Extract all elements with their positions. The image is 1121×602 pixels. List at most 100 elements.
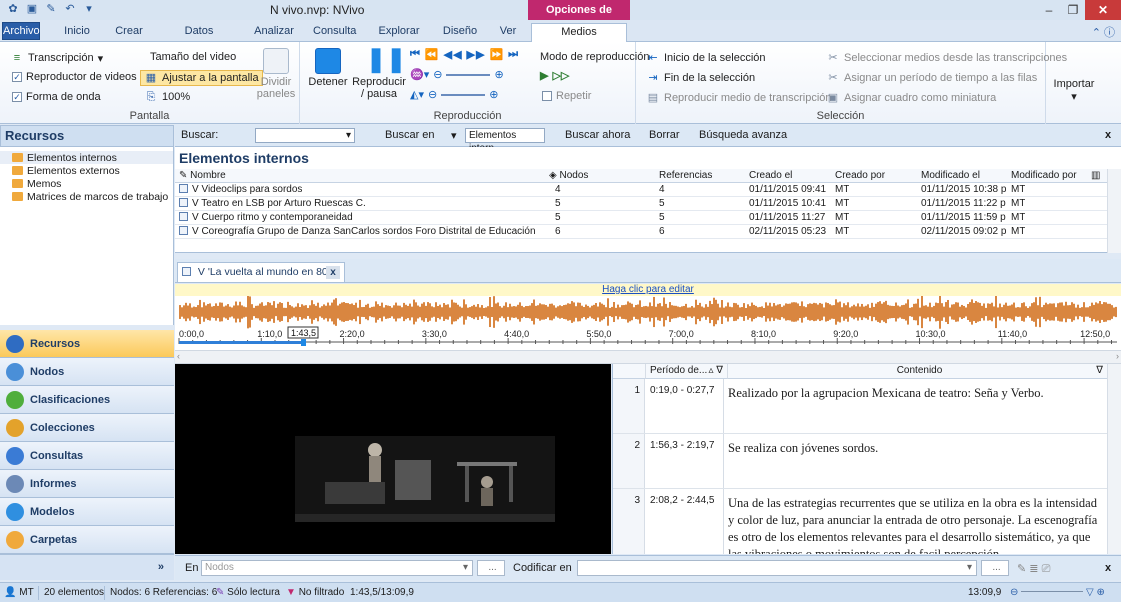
seleccionar-medios-button[interactable]: ✂ Seleccionar medios desde las transcrip… — [826, 51, 1067, 65]
dropdown-arrow-icon[interactable]: ▾ — [346, 129, 351, 142]
close-find-bar-icon[interactable]: x — [1105, 129, 1111, 141]
row-periodo[interactable]: 2:08,2 - 2:44,5 — [646, 489, 724, 554]
transcript-row[interactable]: 1 0:19,0 - 0:27,7 Realizado por la agrup… — [613, 379, 1108, 434]
transcript-scrollbar[interactable] — [1107, 364, 1121, 554]
customize-icon[interactable]: ▾ — [82, 2, 96, 16]
zoom-thumb-icon[interactable]: ▽ — [1086, 587, 1094, 598]
tab-consulta[interactable]: Consulta — [313, 23, 356, 41]
tab-medios[interactable]: Medios — [531, 23, 627, 43]
uncode-icon[interactable]: ⎚ — [1042, 563, 1051, 575]
close-icon[interactable]: ✕ — [1085, 0, 1121, 20]
dropdown-arrow-icon[interactable]: ▾ — [451, 129, 457, 142]
close-coding-bar-icon[interactable]: x — [1105, 562, 1111, 574]
playback-mode-buttons[interactable]: ▶ ▷▷ — [540, 69, 569, 82]
col-creado-por[interactable]: Creado por — [835, 169, 885, 182]
reproducir-medio-button[interactable]: ▤ Reproducir medio de transcripción — [646, 91, 832, 105]
waveform-timeline[interactable]: 0:00,0 1:10,0 2:20,0 3:30,0 4:40,0 5:50,0 7:00… — [175, 295, 1121, 350]
browse-button[interactable]: ... — [981, 560, 1009, 576]
tab-inicio[interactable]: Inicio — [60, 23, 94, 41]
repetir-checkbox[interactable]: Repetir — [542, 90, 591, 102]
dropdown-arrow-icon[interactable]: ▾ — [967, 561, 972, 575]
tree-item-matrices[interactable]: Matrices de marcos de trabajo — [0, 190, 173, 203]
inicio-seleccion-button[interactable]: ⇤ Inicio de la selección — [646, 51, 765, 65]
tab-ver[interactable]: Ver — [496, 23, 520, 41]
asignar-periodo-button[interactable]: ✂ Asignar un período de tiempo a las fil… — [826, 71, 1037, 85]
skip-back-icon[interactable]: ⏮ — [410, 48, 421, 61]
nav-expand-icon[interactable]: » — [0, 554, 174, 580]
nav-section-colecciones[interactable]: Colecciones — [0, 414, 174, 442]
forma-onda-checkbox[interactable]: ✓ Forma de onda — [12, 91, 101, 103]
tab-diseno[interactable]: Diseño — [440, 23, 480, 41]
transcript-row[interactable]: 3 2:08,2 - 2:44,5 Una de las estrategias… — [613, 489, 1108, 554]
timeline-scrollbar[interactable]: ‹ › — [175, 350, 1121, 364]
sort-filter-icon[interactable]: ▵ ∇ — [709, 364, 724, 378]
dropdown-arrow-icon[interactable]: ▾ — [463, 561, 468, 575]
buscar-ahora-button[interactable]: Buscar ahora — [565, 129, 630, 141]
zoom-slider[interactable]: ⊖ ▽ ⊕ — [1010, 587, 1105, 598]
scroll-right-icon[interactable]: › — [1116, 351, 1119, 361]
play-mode-alt-icon[interactable]: ▷▷ — [552, 69, 569, 82]
plus-icon[interactable]: ⊕ — [489, 88, 498, 101]
importar-button[interactable]: Importar ▾ — [1050, 78, 1098, 103]
tab-explorar[interactable]: Explorar — [376, 23, 422, 41]
dividir-paneles-button[interactable]: Dividir paneles — [256, 48, 296, 100]
waveform-svg[interactable]: 0:00,0 1:10,0 2:20,0 3:30,0 4:40,0 5:50,0 7:00… — [175, 295, 1121, 350]
tree-item-elementos-internos[interactable]: Elementos internos — [0, 151, 173, 164]
click-to-edit-link[interactable]: Haga clic para editar — [175, 284, 1121, 296]
col-modificado-el[interactable]: Modificado el — [921, 169, 980, 182]
transport-buttons[interactable]: ⏮ ⏪ ◀◀ ▶▶ ⏩ ⏭ — [410, 48, 519, 61]
nav-section-clasificaciones[interactable]: Clasificaciones — [0, 386, 174, 414]
undo-icon[interactable]: ↶ — [63, 2, 77, 16]
col-referencias[interactable]: Referencias — [659, 169, 712, 182]
video-player[interactable] — [175, 364, 611, 554]
nav-section-informes[interactable]: Informes — [0, 470, 174, 498]
volume-track[interactable] — [441, 93, 486, 96]
ajustar-pantalla-button[interactable]: ▦ Ajustar a la pantalla — [140, 70, 263, 86]
nav-section-recursos[interactable]: Recursos — [0, 330, 174, 358]
zoom-out-icon[interactable]: ⊖ — [1010, 587, 1018, 598]
list-row[interactable]: V Cuerpo ritmo y contemporaneidad 5 5 01… — [175, 211, 1117, 225]
detener-button[interactable]: Detener — [306, 48, 350, 88]
plus-icon[interactable]: ⊕ — [494, 68, 503, 81]
col-nodos[interactable]: ◈ Nodos — [549, 169, 588, 182]
zoom-track[interactable] — [1021, 591, 1084, 592]
asignar-cuadro-button[interactable]: ▣ Asignar cuadro como miniatura — [826, 91, 996, 105]
reproductor-checkbox[interactable]: ✓ Reproductor de videos — [12, 71, 137, 83]
speed-slider[interactable]: ♒▾ ⊖ ⊕ — [410, 68, 504, 81]
list-row[interactable]: V Teatro en LSB por Arturo Ruescas C. 5 … — [175, 197, 1117, 211]
col-creado-el[interactable]: Creado el — [749, 169, 792, 182]
tree-item-elementos-externos[interactable]: Elementos externos — [0, 164, 173, 177]
col-periodo[interactable]: Período de... ▵ ∇ — [646, 364, 728, 379]
col-nombre[interactable]: ✎ Nombre — [179, 169, 226, 182]
col-modificado-por[interactable]: Modificado por — [1011, 169, 1077, 182]
nav-section-consultas[interactable]: Consultas — [0, 442, 174, 470]
row-contenido[interactable]: Realizado por la agrupacion Mexicana de … — [728, 379, 1103, 402]
borrar-button[interactable]: Borrar — [649, 129, 680, 141]
tab-analizar[interactable]: Analizar — [253, 23, 295, 41]
search-scope-input[interactable]: Elementos intern — [465, 128, 545, 154]
row-periodo[interactable]: 1:56,3 - 2:19,7 — [646, 434, 724, 488]
restore-icon[interactable]: ❐ — [1061, 0, 1085, 20]
nav-section-modelos[interactable]: Modelos — [0, 498, 174, 526]
step-forward-icon[interactable]: ▶▶ — [467, 48, 486, 61]
code-in-vivo-icon[interactable]: ≣ — [1029, 563, 1038, 575]
save-icon[interactable]: ▣ — [25, 2, 39, 16]
volume-slider[interactable]: ◭▾ ⊖ ⊕ — [410, 88, 498, 101]
codificar-en-input[interactable]: ▾ — [577, 560, 977, 576]
zoom-100-button[interactable]: ⎘ 100% — [144, 90, 191, 104]
column-chooser-icon[interactable]: ▥ — [1091, 169, 1100, 182]
filter-icon[interactable]: ∇ — [1096, 364, 1103, 378]
close-tab-icon[interactable]: x — [326, 266, 340, 279]
document-tab[interactable]: V 'La vuelta al mundo en 80 dí x — [177, 262, 345, 282]
row-contenido[interactable]: Se realiza con jóvenes sordos. — [728, 434, 1103, 457]
rewind-icon[interactable]: ⏪ — [425, 48, 440, 61]
busqueda-avanzada-button[interactable]: Búsqueda avanza — [699, 129, 787, 141]
minus-icon[interactable]: ⊖ — [428, 88, 437, 101]
reproducir-pausa-button[interactable]: ❚❚ Reproducir / pausa — [352, 48, 406, 101]
minimize-icon[interactable]: – — [1037, 0, 1061, 20]
transcripcion-dropdown[interactable]: ≡ Transcripción ▾ — [10, 51, 103, 65]
nodos-dropdown[interactable]: Nodos ▾ — [201, 560, 473, 576]
code-action-icons[interactable]: ✎ ≣ ⎚ — [1017, 562, 1050, 576]
search-input[interactable]: ▾ — [255, 128, 355, 143]
tab-archivo[interactable]: Archivo — [2, 22, 40, 40]
